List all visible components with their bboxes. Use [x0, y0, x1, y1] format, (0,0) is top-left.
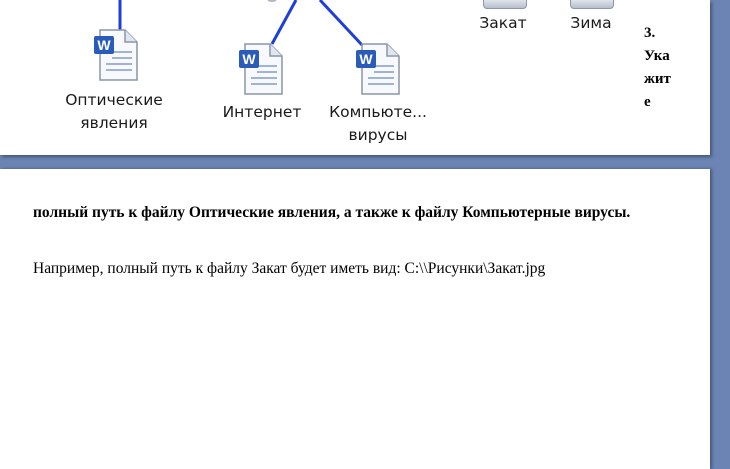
task-text: полный путь к файлу Оптические явления, … — [33, 204, 631, 221]
file-label-optics[interactable]: Оптические явления — [52, 89, 176, 135]
example-text: Например, полный путь к файлу Закат буде… — [33, 260, 546, 277]
word-document-icon[interactable]: W — [354, 42, 402, 96]
svg-text:W: W — [359, 51, 373, 67]
task-number-fragment: 3. Ука жит е — [644, 25, 671, 110]
file-label-internet[interactable]: Интернет — [210, 101, 314, 124]
svg-text:W: W — [242, 51, 256, 67]
file-label-zima[interactable]: Зима — [556, 12, 626, 35]
connector-viruses — [318, 0, 364, 47]
svg-text:W: W — [97, 37, 111, 53]
file-label-zakat[interactable]: Закат — [468, 12, 538, 35]
word-document-icon[interactable]: W — [237, 42, 285, 96]
image-thumbnail-zakat[interactable] — [483, 0, 527, 9]
word-document-icon[interactable]: W — [92, 28, 140, 82]
connector-internet — [270, 0, 298, 45]
parent-icon-edge — [267, 0, 277, 2]
document-page-top: Закат Зима W W W Оптические явления Инте… — [0, 0, 710, 155]
file-label-viruses[interactable]: Компьюте... вирусы — [318, 101, 438, 147]
image-thumbnail-zima[interactable] — [570, 0, 614, 9]
